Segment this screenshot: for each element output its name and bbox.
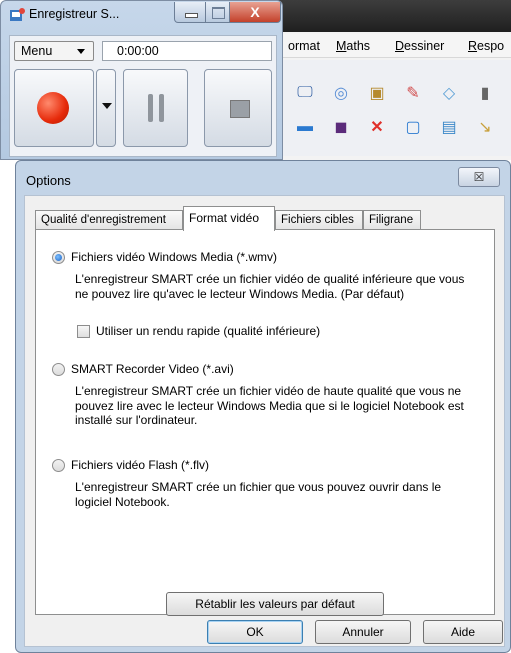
flv-label[interactable]: Fichiers vidéo Flash (*.flv) xyxy=(71,458,209,472)
capture-icon[interactable]: ◼ xyxy=(328,114,354,140)
wmv-label[interactable]: Fichiers vidéo Windows Media (*.wmv) xyxy=(71,250,277,264)
dialog-title: Options xyxy=(26,173,71,188)
record-button[interactable] xyxy=(14,69,94,147)
avi-description: L'enregistreur SMART crée un fichier vid… xyxy=(75,384,464,427)
radio-flv[interactable] xyxy=(52,459,65,472)
ok-button[interactable]: OK xyxy=(207,620,303,644)
book-icon[interactable]: ▮ xyxy=(472,80,498,106)
tab-recording-quality[interactable]: Qualité d'enregistrement xyxy=(35,210,183,230)
screen-icon[interactable]: ▬ xyxy=(292,114,318,140)
clipboard-icon[interactable]: ▣ xyxy=(364,80,390,106)
balloon-icon[interactable]: ◎ xyxy=(328,80,354,106)
recorder-body: Menu 0:00:00 xyxy=(9,35,277,157)
close-icon: ☒ xyxy=(473,170,485,184)
tab-strip: Qualité d'enregistrement Format vidéo Fi… xyxy=(35,206,475,231)
menu-maths[interactable]: Maths xyxy=(336,39,370,53)
tab-video-format[interactable]: Format vidéo xyxy=(183,206,275,231)
monitor-icon[interactable]: 🖵 xyxy=(292,80,318,106)
shape-icon[interactable]: ◇ xyxy=(436,80,462,106)
page-icon[interactable]: ▢ xyxy=(400,114,426,140)
arrow-icon[interactable]: ↘ xyxy=(472,114,498,140)
stop-button[interactable] xyxy=(204,69,272,147)
chevron-down-icon xyxy=(77,49,85,54)
reset-defaults-button[interactable]: Rétablir les valeurs par défaut xyxy=(166,592,384,616)
minimize-button[interactable] xyxy=(174,2,207,23)
elapsed-time-display: 0:00:00 xyxy=(102,41,272,61)
video-format-panel: Fichiers vidéo Windows Media (*.wmv) L'e… xyxy=(35,229,495,616)
eraser-icon[interactable]: ✎ xyxy=(400,80,426,106)
maximize-button[interactable] xyxy=(205,2,231,23)
record-icon xyxy=(37,92,69,124)
window-icon[interactable]: ▤ xyxy=(436,114,462,140)
delete-icon[interactable]: ✕ xyxy=(364,114,390,140)
pause-button[interactable] xyxy=(123,69,188,147)
chevron-down-icon xyxy=(102,103,112,109)
fast-render-checkbox[interactable] xyxy=(77,325,90,338)
menu-reponse[interactable]: Respo xyxy=(468,39,504,53)
background-title-bar xyxy=(270,0,511,32)
help-button[interactable]: Aide xyxy=(423,620,503,644)
dialog-client-area: Qualité d'enregistrement Format vidéo Fi… xyxy=(24,195,505,647)
dialog-close-button[interactable]: ☒ xyxy=(458,167,500,187)
pause-icon xyxy=(148,94,164,122)
menu-dessiner[interactable]: Dessiner xyxy=(395,39,444,53)
record-options-dropdown[interactable] xyxy=(96,69,116,147)
radio-wmv[interactable] xyxy=(52,251,65,264)
cancel-button[interactable]: Annuler xyxy=(315,620,411,644)
tab-watermark[interactable]: Filigrane xyxy=(363,210,421,230)
radio-avi[interactable] xyxy=(52,363,65,376)
options-dialog: Options ☒ Qualité d'enregistrement Forma… xyxy=(15,160,511,653)
recorder-menu-dropdown[interactable]: Menu xyxy=(14,41,94,61)
background-toolbar: 🖵 ◎ ▣ ✎ ◇ ▮ ▬ ◼ ✕ ▢ ▤ ↘ xyxy=(280,60,511,156)
tab-target-files[interactable]: Fichiers cibles xyxy=(275,210,363,230)
recorder-title: Enregistreur S... xyxy=(29,7,120,21)
fast-render-label[interactable]: Utiliser un rendu rapide (qualité inféri… xyxy=(96,324,320,338)
wmv-description: L'enregistreur SMART crée un fichier vid… xyxy=(75,272,465,301)
stop-icon xyxy=(230,100,250,118)
close-icon: X xyxy=(250,4,260,20)
close-button[interactable]: X xyxy=(229,2,281,23)
recorder-window: Enregistreur S... X Menu 0:00:00 xyxy=(0,0,283,160)
menu-format[interactable]: ormat xyxy=(288,39,320,53)
flv-description: L'enregistreur SMART crée un fichier que… xyxy=(75,480,442,509)
avi-label[interactable]: SMART Recorder Video (*.avi) xyxy=(71,362,234,376)
background-menu-bar: ormat Maths Dessiner Respo xyxy=(280,34,511,58)
recorder-app-icon xyxy=(10,8,25,21)
